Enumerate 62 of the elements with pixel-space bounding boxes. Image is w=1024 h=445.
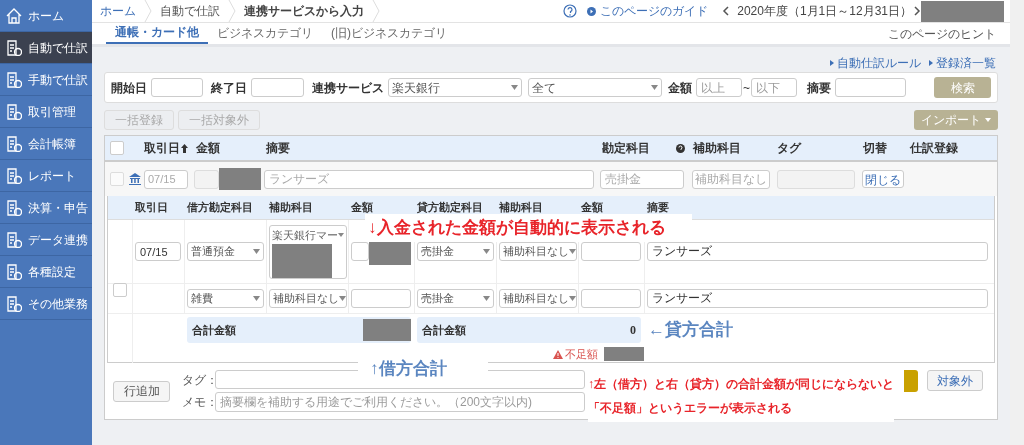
- column-header: 金額: [580, 200, 604, 216]
- tab[interactable]: 通帳・カード他: [106, 22, 208, 44]
- annotation-text: ↓入金された金額が自動的に表示される: [365, 214, 692, 242]
- tag-label: タグ：: [182, 371, 212, 389]
- account-dropdown[interactable]: 売掛金: [417, 289, 494, 308]
- column-header: 勘定科目: [602, 140, 650, 157]
- column-header: 借方勘定科目: [186, 200, 254, 216]
- sub-account-dropdown[interactable]: 楽天銀行マー: [269, 224, 347, 279]
- total-label: 合計金額: [192, 322, 236, 338]
- filter-label: 金額: [668, 79, 692, 97]
- sub-account-dropdown[interactable]: 補助科目なし: [269, 289, 347, 308]
- amount-field[interactable]: 以上: [696, 78, 742, 97]
- exclude-button[interactable]: 対象外: [927, 370, 983, 391]
- filter-label: 開始日: [111, 79, 147, 97]
- memo-label: メモ：: [182, 394, 212, 411]
- column-header: 貸方勘定科目: [416, 200, 484, 216]
- column-header: 補助科目: [268, 200, 314, 216]
- add-row-button[interactable]: 行追加: [113, 380, 170, 402]
- column-header: 切替: [862, 140, 888, 157]
- filter-label: 連携サービス: [312, 79, 384, 97]
- column-header: 補助科目: [498, 200, 544, 216]
- annotation-text: ←貸方合計: [648, 319, 733, 342]
- tilde-text: ~: [743, 79, 750, 97]
- filter-label: 摘要: [807, 79, 831, 97]
- breadcrumb-link[interactable]: ホーム: [92, 2, 144, 20]
- summary-field[interactable]: ランサーズ: [647, 242, 988, 261]
- column-header: 金額: [350, 200, 374, 216]
- status-dropdown[interactable]: 全て: [528, 78, 662, 97]
- column-header: 金額: [195, 140, 221, 157]
- sub-account-dropdown[interactable]: 補助科目なし: [499, 289, 577, 308]
- total-value: 0: [630, 322, 636, 339]
- total-label: 合計金額: [422, 322, 466, 338]
- guide-link[interactable]: このページのガイド: [600, 2, 709, 20]
- memo-field[interactable]: 摘要欄を補助する用途でご利用ください。（200文字以内): [215, 392, 585, 412]
- date-field[interactable]: 07/15: [135, 242, 181, 261]
- column-header: 補助科目: [692, 140, 742, 157]
- hint-link[interactable]: このページのヒント: [888, 24, 996, 43]
- column-header: 摘要: [646, 200, 670, 216]
- tab[interactable]: (旧)ビジネスカテゴリ: [322, 22, 456, 44]
- close-button[interactable]: 閉じる: [862, 170, 904, 188]
- rule-link[interactable]: 自動仕訳ルール: [837, 53, 921, 72]
- account-dropdown[interactable]: 普通預金: [187, 242, 264, 261]
- column-header: 仕訳登録: [908, 140, 959, 157]
- rule-link[interactable]: 登録済一覧: [936, 53, 996, 72]
- column-header: 取引日: [144, 140, 180, 157]
- annotation-text: 「不足額」というエラーが表示される: [588, 400, 793, 417]
- tab[interactable]: ビジネスカテゴリ: [208, 22, 322, 44]
- column-header: 摘要: [265, 140, 291, 157]
- fiscal-year: 2020年度（1月1日～12月31日）: [737, 3, 912, 20]
- amount-field[interactable]: 以下: [751, 78, 797, 97]
- annotation-text: ↑左（借方）と右（貸方）の合計金額が同じにならないと: [588, 376, 894, 393]
- breadcrumb-link[interactable]: 自動で仕訳: [152, 2, 228, 20]
- sidebar-item[interactable]: 自動で仕訳: [0, 32, 92, 64]
- sub-account-dropdown[interactable]: 補助科目なし: [499, 242, 577, 261]
- account-dropdown[interactable]: 売掛金: [417, 242, 494, 261]
- summary-field[interactable]: ランサーズ: [647, 289, 988, 308]
- column-header: タグ: [776, 140, 803, 157]
- column-header: 取引日: [134, 200, 169, 216]
- service-dropdown[interactable]: 楽天銀行: [388, 78, 522, 97]
- account-dropdown[interactable]: 雑費: [187, 289, 264, 308]
- filter-label: 終了日: [211, 79, 247, 97]
- deficit-label: 不足額: [565, 347, 598, 362]
